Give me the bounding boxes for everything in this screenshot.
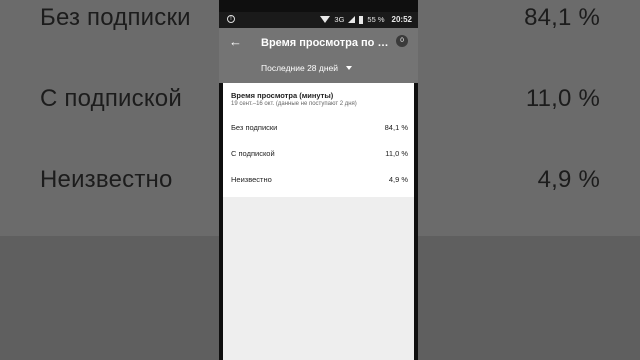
phone-screen: ! 3G 55 % 20:52 ← Время просмотра по под… [219,0,418,360]
row-label: Без подписки [231,123,278,132]
signal-icon [348,16,356,23]
app-bar: ← Время просмотра по подписке 0 Последни… [219,28,418,83]
wifi-icon [320,16,331,23]
background-row-value: 11,0 % [525,85,600,112]
chevron-down-icon [346,66,353,70]
background-row-value: 4,9 % [537,166,600,193]
date-range-dropdown[interactable]: Последние 28 дней [261,63,353,73]
background-row-label: С подпиской [40,85,182,112]
content-area: Время просмотра (минуты) 19 сент.–16 окт… [223,83,414,360]
arrow-back-icon[interactable]: ← [229,34,242,49]
battery-level: 55 % [367,15,385,24]
row-label: С подпиской [231,149,275,158]
page-title: Время просмотра по подписке [261,37,391,49]
date-range-label: Последние 28 дней [261,63,339,73]
background-row-label: Неизвестно [40,166,173,193]
watch-time-card: Время просмотра (минуты) 19 сент.–16 окт… [223,83,414,197]
row-value: 11,0 % [385,149,408,158]
card-title: Время просмотра (минуты) [231,91,334,100]
row-value: 4,9 % [388,175,408,184]
row-value: 84,1 % [384,123,408,132]
battery-icon [359,15,364,24]
notification-badge[interactable]: 0 [396,35,408,47]
row-label: Неизвестно [231,175,272,184]
card-subtitle: 19 сент.–16 окт. (данные не поступают 2 … [231,101,357,107]
background-row-label: Без подписки [40,4,191,31]
clock: 20:52 [391,15,412,24]
network-type: 3G [334,15,345,24]
background-row-value: 84,1 % [524,4,600,31]
alert-icon: ! [227,15,235,23]
status-icons: 3G 55 % 20:52 [320,15,412,24]
status-bar: ! 3G 55 % 20:52 [219,12,418,28]
